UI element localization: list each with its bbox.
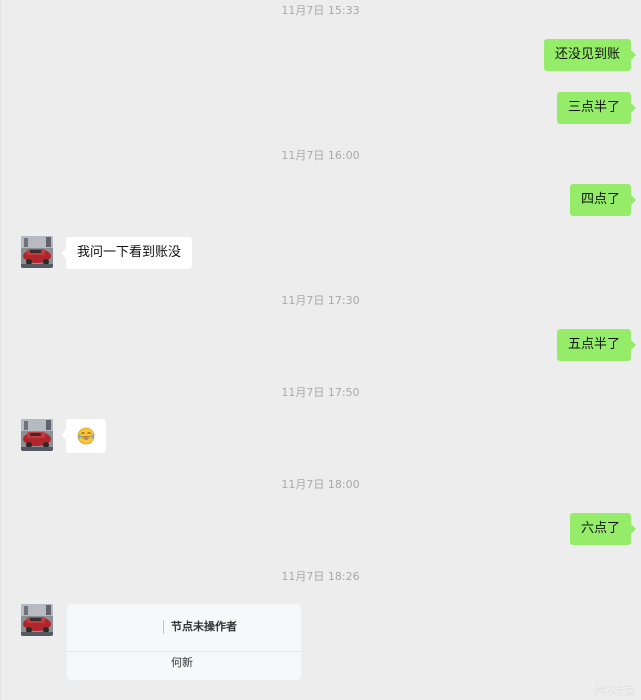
contact-avatar[interactable] bbox=[21, 236, 53, 268]
shared-card-message[interactable]: 节点未操作者 何新 bbox=[67, 604, 301, 680]
contact-avatar[interactable] bbox=[21, 604, 53, 636]
timestamp: 11月7日 17:30 bbox=[281, 294, 360, 307]
card-divider bbox=[67, 651, 301, 652]
timestamp: 11月7日 18:26 bbox=[281, 570, 360, 583]
watermark: 汽车之家 bbox=[595, 687, 635, 698]
sent-message-bubble[interactable]: 还没见到账 bbox=[543, 39, 637, 71]
timestamp: 11月7日 16:00 bbox=[281, 149, 360, 162]
timestamp: 11月7日 17:50 bbox=[281, 386, 360, 399]
received-message-bubble[interactable]: 我问一下看到账没 bbox=[60, 237, 193, 269]
sent-message-bubble[interactable]: 四点了 bbox=[569, 184, 637, 216]
timestamp: 11月7日 18:00 bbox=[281, 478, 360, 491]
card-header: 节点未操作者 bbox=[67, 618, 301, 636]
sent-message-bubble[interactable]: 六点了 bbox=[569, 513, 637, 545]
card-title: 节点未操作者 bbox=[171, 620, 237, 633]
car-photo-avatar-icon bbox=[21, 236, 53, 268]
laughing-tears-emoji-icon bbox=[77, 427, 95, 445]
card-header-bar bbox=[163, 620, 164, 634]
contact-avatar[interactable] bbox=[21, 419, 53, 451]
timestamp: 11月7日 15:33 bbox=[281, 4, 360, 17]
car-photo-avatar-icon bbox=[21, 419, 53, 451]
sent-message-bubble[interactable]: 五点半了 bbox=[556, 329, 637, 361]
window-left-edge bbox=[0, 0, 1, 700]
sent-message-bubble[interactable]: 三点半了 bbox=[556, 92, 637, 124]
card-body: 何新 bbox=[171, 656, 193, 669]
received-emoji-bubble[interactable] bbox=[61, 419, 106, 453]
car-photo-avatar-icon bbox=[21, 604, 53, 636]
